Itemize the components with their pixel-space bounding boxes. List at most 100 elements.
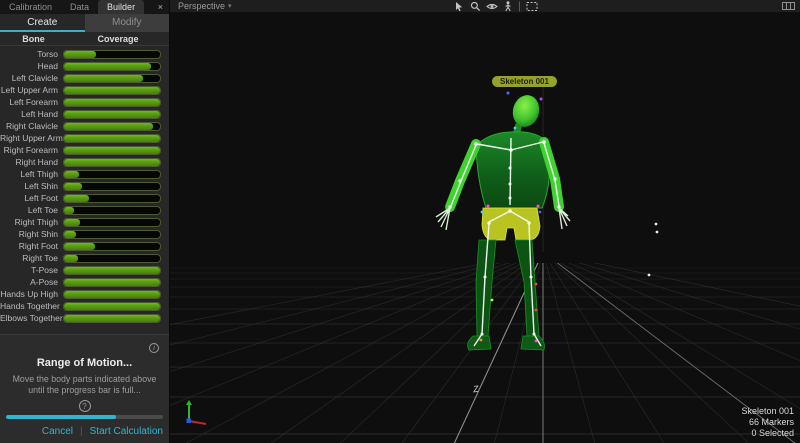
select-cursor-icon[interactable] (454, 1, 465, 12)
bone-row[interactable]: Left Forearm (0, 96, 169, 108)
tab-calibration[interactable]: Calibration (0, 0, 61, 14)
bone-row[interactable]: Left Thigh (0, 168, 169, 180)
coverage-bar (63, 182, 161, 191)
chevron-down-icon: ▾ (228, 2, 232, 10)
bone-name: Right Thigh (0, 217, 63, 227)
coverage-bar-fill (64, 75, 143, 82)
marquee-select-icon[interactable] (526, 1, 538, 12)
coverage-bar (63, 302, 161, 311)
column-coverage: Coverage (67, 34, 169, 44)
bone-row[interactable]: Left Upper Arm (0, 84, 169, 96)
rom-description: Move the body parts indicated above unti… (0, 374, 169, 396)
tab-create[interactable]: Create (0, 14, 85, 32)
tab-data[interactable]: Data (61, 0, 98, 14)
coverage-bar (63, 218, 161, 227)
coverage-bar (63, 170, 161, 179)
bone-row[interactable]: Right Hand (0, 156, 169, 168)
status-selected-count: 0 Selected (741, 428, 794, 439)
rom-footer: Cancel | Start Calculation (0, 415, 169, 443)
scene-canvas[interactable] (170, 0, 800, 443)
bone-row[interactable]: Elbows Together (0, 312, 169, 324)
coverage-bar (63, 254, 161, 263)
coverage-bar-fill (64, 255, 78, 262)
bone-row[interactable]: Right Upper Arm (0, 132, 169, 144)
bone-name: Elbows Together (0, 313, 63, 323)
coverage-bar (63, 62, 161, 71)
bone-row[interactable]: A-Pose (0, 276, 169, 288)
bone-row[interactable]: T-Pose (0, 264, 169, 276)
coverage-bar-fill (64, 243, 95, 250)
bone-name: Right Upper Arm (0, 133, 63, 143)
bone-row[interactable]: Right Forearm (0, 144, 169, 156)
bone-name: Right Hand (0, 157, 63, 167)
button-divider: | (80, 426, 83, 437)
mode-tabs: Create Modify (0, 14, 169, 32)
bone-name: Left Foot (0, 193, 63, 203)
coverage-bar (63, 134, 161, 143)
coverage-bar-fill (64, 135, 160, 142)
coverage-bar-fill (64, 315, 160, 322)
bone-row[interactable]: Left Shin (0, 180, 169, 192)
tab-builder[interactable]: Builder (98, 0, 144, 14)
visibility-eye-icon[interactable] (486, 1, 498, 12)
bone-name: Right Shin (0, 229, 63, 239)
bone-row[interactable]: Right Thigh (0, 216, 169, 228)
bone-row[interactable]: Torso (0, 48, 169, 60)
bone-name: Hands Together (0, 301, 63, 311)
help-icon[interactable]: ? (79, 400, 91, 412)
start-calculation-button[interactable]: Start Calculation (90, 426, 163, 437)
bone-row[interactable]: Left Foot (0, 192, 169, 204)
coverage-bar-fill (64, 123, 153, 130)
bone-name: Right Clavicle (0, 121, 63, 131)
toolbar-divider (518, 1, 521, 12)
coverage-bar (63, 158, 161, 167)
bone-row[interactable]: Left Clavicle (0, 72, 169, 84)
bone-name: Left Hand (0, 109, 63, 119)
bone-name: Right Forearm (0, 145, 63, 155)
cancel-button[interactable]: Cancel (42, 426, 73, 437)
bone-name: Left Toe (0, 205, 63, 215)
bone-name: Head (0, 61, 63, 71)
column-headers: Bone Coverage (0, 32, 169, 46)
bone-name: Left Shin (0, 181, 63, 191)
bone-row[interactable]: Right Shin (0, 228, 169, 240)
skeleton-avatar[interactable] (436, 92, 570, 351)
coverage-bar-fill (64, 231, 76, 238)
tab-modify[interactable]: Modify (85, 14, 170, 32)
bone-row[interactable]: Left Hand (0, 108, 169, 120)
close-icon[interactable]: × (152, 0, 169, 14)
panel-tabbar: Calibration Data Builder × (0, 0, 169, 14)
coverage-bar (63, 194, 161, 203)
coverage-bar-fill (64, 303, 160, 310)
view-selector[interactable]: Perspective ▾ (178, 1, 232, 11)
coverage-bar-fill (64, 207, 74, 214)
bone-name: Left Upper Arm (0, 85, 63, 95)
bone-name: Torso (0, 49, 63, 59)
coverage-bar-fill (64, 183, 82, 190)
select-skeleton-icon[interactable] (503, 1, 513, 12)
viewport-3d[interactable]: Perspective ▾ (170, 0, 800, 443)
coverage-bar-fill (64, 219, 80, 226)
bone-row[interactable]: Hands Up High (0, 288, 169, 300)
bone-row[interactable]: Hands Together (0, 300, 169, 312)
axis-gizmo-icon (186, 400, 206, 424)
coverage-bar (63, 50, 161, 59)
coverage-bar-fill (64, 279, 160, 286)
bone-row[interactable]: Right Foot (0, 240, 169, 252)
zoom-tool-icon[interactable] (470, 1, 481, 12)
coverage-bar-fill (64, 267, 160, 274)
skeleton-name-label[interactable]: Skeleton 001 (492, 76, 557, 87)
rom-progress-fill (6, 415, 116, 419)
coverage-bar-fill (64, 63, 151, 70)
bone-row[interactable]: Head (0, 60, 169, 72)
bone-row[interactable]: Left Toe (0, 204, 169, 216)
coverage-bar (63, 242, 161, 251)
bone-row[interactable]: Right Clavicle (0, 120, 169, 132)
coverage-bar-fill (64, 159, 160, 166)
view-label: Perspective (178, 1, 225, 11)
bone-row[interactable]: Right Toe (0, 252, 169, 264)
viewport-layout-icon[interactable] (782, 2, 795, 12)
info-icon[interactable]: i (149, 343, 159, 353)
coverage-bar (63, 266, 161, 275)
rom-title: Range of Motion... (0, 357, 169, 369)
